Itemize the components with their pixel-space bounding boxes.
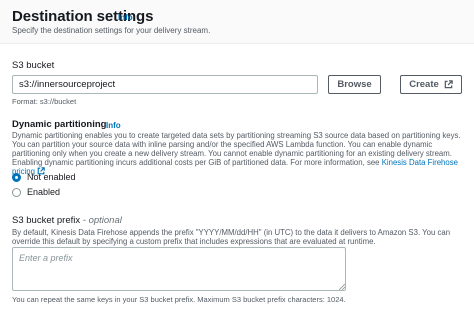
- external-link-icon: [444, 80, 453, 89]
- create-button-label: Create: [409, 79, 439, 90]
- prefix-label: S3 bucket prefix - optional: [12, 215, 122, 226]
- browse-button-label: Browse: [337, 79, 372, 90]
- s3-format-hint: Format: s3://bucket: [12, 97, 77, 106]
- prefix-footer-note: You can repeat the same keys in your S3 …: [12, 295, 346, 304]
- radio-not-enabled-label: Not enabled: [27, 172, 76, 182]
- radio-enabled[interactable]: Enabled: [12, 187, 60, 197]
- dynamic-partitioning-description: Dynamic partitioning enables you to crea…: [12, 131, 462, 176]
- dynamic-partitioning-label: Dynamic partitioning: [12, 119, 107, 130]
- prefix-description: By default, Kinesis Data Firehose append…: [12, 228, 451, 246]
- radio-enabled-control[interactable]: [12, 187, 21, 197]
- prefix-optional-suffix: - optional: [80, 215, 122, 226]
- dynamic-partitioning-info-link[interactable]: Info: [106, 121, 121, 130]
- s3-bucket-input[interactable]: [12, 75, 318, 94]
- create-button[interactable]: Create: [400, 75, 462, 94]
- title-info-link[interactable]: Info: [118, 13, 133, 22]
- browse-button[interactable]: Browse: [328, 75, 381, 94]
- s3-bucket-label: S3 bucket: [12, 60, 55, 71]
- radio-enabled-label: Enabled: [27, 187, 61, 197]
- resize-grip-icon[interactable]: [339, 284, 345, 290]
- prefix-input[interactable]: [12, 247, 346, 291]
- prefix-label-text: S3 bucket prefix: [12, 215, 81, 226]
- radio-not-enabled-control[interactable]: [12, 172, 21, 182]
- section-header: Destination settings Info Specify the de…: [0, 0, 474, 44]
- radio-not-enabled[interactable]: Not enabled: [12, 172, 76, 182]
- page-subtitle: Specify the destination settings for you…: [12, 26, 211, 35]
